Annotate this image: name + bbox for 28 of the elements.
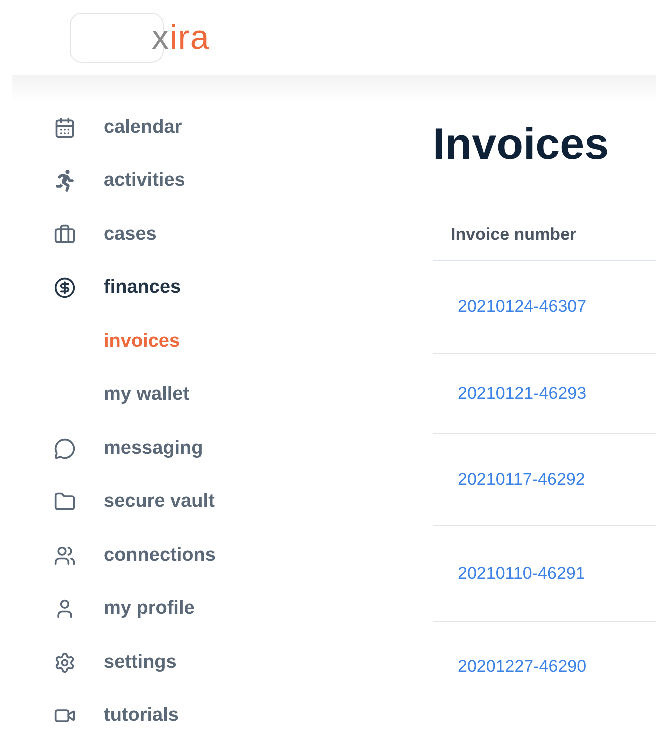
dollar-icon (54, 277, 76, 300)
sidebar-item[interactable]: settings (104, 648, 177, 677)
invoice-link[interactable]: 20210117-46292 (458, 466, 586, 492)
sidebar-item[interactable]: connections (104, 542, 216, 570)
invoice-link[interactable]: 20210110-46291 (458, 560, 586, 586)
sidebar-item[interactable]: messaging (104, 434, 204, 463)
people-icon (54, 544, 76, 567)
sidebar-item[interactable]: finances (104, 274, 182, 302)
settings-icon (54, 652, 76, 674)
chat-bubble-icon (54, 438, 76, 460)
logo: xira (70, 12, 210, 62)
sidebar-item[interactable]: tutorials (104, 702, 179, 730)
sidebar-item[interactable]: calendar (104, 114, 182, 142)
invoice-link[interactable]: 20210121-46293 (458, 380, 587, 406)
sidebar-item[interactable]: my profile (104, 595, 195, 624)
sidebar-item[interactable]: secure vault (104, 488, 215, 516)
sidebar-item[interactable]: cases (104, 220, 157, 249)
folder-icon (54, 491, 76, 514)
calendar-icon (54, 116, 76, 139)
sidebar-item[interactable]: activities (104, 167, 186, 196)
sidebar-subitem[interactable]: invoices (104, 328, 180, 356)
page-title: Invoices (433, 123, 610, 167)
column-header: Invoice number (451, 224, 577, 246)
sidebar-subitem[interactable]: my wallet (104, 381, 190, 410)
invoice-link[interactable]: 20210124-46307 (458, 294, 587, 320)
briefcase-icon (54, 224, 76, 246)
invoice-link[interactable]: 20201227-46290 (458, 654, 587, 680)
runner-icon (54, 170, 76, 192)
